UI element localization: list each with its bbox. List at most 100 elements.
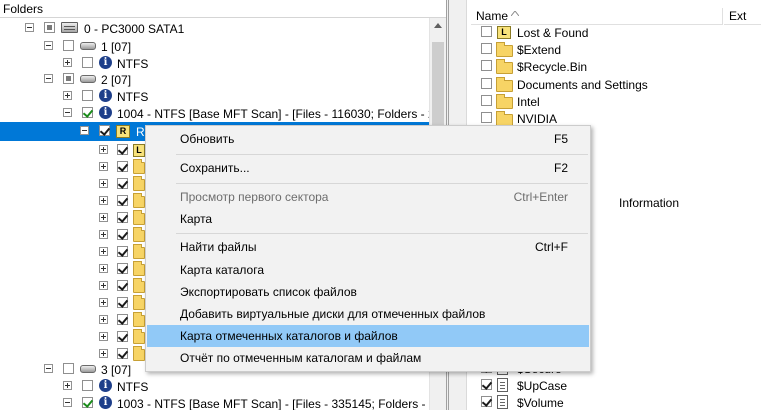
scroll-up-icon[interactable]: [434, 23, 442, 28]
checkbox[interactable]: [481, 26, 492, 37]
file-row[interactable]: $Extend: [471, 41, 761, 58]
expand-icon[interactable]: [99, 349, 108, 358]
checkbox[interactable]: [63, 73, 74, 84]
collapse-icon[interactable]: [80, 126, 89, 135]
menu-item-directory-map[interactable]: Карта каталога: [147, 259, 589, 281]
folder-icon: [133, 295, 145, 310]
collapse-icon[interactable]: [63, 108, 72, 117]
folder-icon: [496, 59, 513, 74]
expand-icon[interactable]: [99, 332, 108, 341]
checkbox-checked[interactable]: [117, 331, 128, 342]
menu-item-save[interactable]: Сохранить... F2: [147, 157, 589, 179]
file-row[interactable]: Documents and Settings: [471, 76, 761, 93]
expand-icon[interactable]: [63, 381, 72, 390]
checkbox-checked[interactable]: [117, 297, 128, 308]
checkbox[interactable]: [82, 90, 93, 101]
sort-ascending-icon: [511, 11, 519, 16]
checkbox-checked[interactable]: [82, 107, 93, 118]
checkbox[interactable]: [481, 43, 492, 54]
folder-icon: [133, 329, 145, 344]
folder-icon: [496, 77, 513, 92]
menu-item-view-first-sector[interactable]: Просмотр первого сектора Ctrl+Enter: [147, 186, 589, 208]
column-header-label: Ext: [729, 9, 747, 23]
menu-item-map[interactable]: Карта: [147, 208, 589, 230]
checkbox[interactable]: [481, 78, 492, 89]
file-row[interactable]: $Volume: [471, 394, 761, 410]
expand-icon[interactable]: [99, 281, 108, 290]
checkbox[interactable]: [82, 380, 93, 391]
menu-item-checked-report[interactable]: Отчёт по отмеченным каталогам и файлам: [147, 347, 589, 369]
checkbox-checked[interactable]: [481, 379, 492, 390]
checkbox-checked[interactable]: [117, 348, 128, 359]
file-row[interactable]: $UpCase: [471, 377, 761, 394]
checkbox-checked[interactable]: [117, 212, 128, 223]
collapse-icon[interactable]: [44, 41, 53, 50]
checkbox[interactable]: [481, 112, 492, 123]
folder-icon: [133, 278, 145, 293]
folder-icon: [133, 176, 145, 191]
collapse-icon[interactable]: [44, 74, 53, 83]
checkbox-checked[interactable]: [117, 280, 128, 291]
menu-item-checked-map[interactable]: Карта отмеченных каталогов и файлов: [147, 325, 589, 347]
checkbox[interactable]: [44, 22, 55, 33]
tree-node-label: 0 - PC3000 SATA1: [84, 22, 185, 36]
checkbox[interactable]: [82, 57, 93, 68]
checkbox[interactable]: [481, 60, 492, 71]
folder-icon: [133, 227, 145, 242]
checkbox-checked[interactable]: [117, 195, 128, 206]
expand-icon[interactable]: [99, 196, 108, 205]
expand-icon[interactable]: [99, 179, 108, 188]
expand-icon[interactable]: [99, 315, 108, 324]
expand-icon[interactable]: [63, 91, 72, 100]
checkbox-checked[interactable]: [117, 144, 128, 155]
expand-icon[interactable]: [99, 264, 108, 273]
menu-item-export-file-list[interactable]: Экспортировать список файлов: [147, 281, 589, 303]
file-icon: [497, 378, 508, 392]
expand-icon[interactable]: [63, 58, 72, 67]
checkbox-checked[interactable]: [117, 178, 128, 189]
expand-icon[interactable]: [99, 230, 108, 239]
menu-item-refresh[interactable]: Обновить F5: [147, 128, 589, 150]
collapse-icon[interactable]: [63, 398, 72, 407]
checkbox-checked[interactable]: [99, 125, 110, 136]
partition-icon: [80, 365, 96, 373]
folder-icon: [496, 94, 513, 109]
file-row[interactable]: $Recycle.Bin: [471, 58, 761, 75]
column-header-label: Name: [476, 9, 509, 23]
tree-node-drive[interactable]: 0 - PC3000 SATA1: [0, 19, 430, 38]
file-row[interactable]: L Lost & Found: [471, 24, 761, 41]
checkbox[interactable]: [63, 363, 74, 374]
menu-item-label: Карта отмеченных каталогов и файлов: [180, 329, 398, 343]
tree-node-label: R: [136, 125, 145, 139]
checkbox-checked[interactable]: [117, 229, 128, 240]
expand-icon[interactable]: [99, 145, 108, 154]
menu-item-find-files[interactable]: Найти файлы Ctrl+F: [147, 236, 589, 258]
tree-node-mft-scan[interactable]: i 1004 - NTFS [Base MFT Scan] - [Files -…: [0, 104, 446, 123]
checkbox[interactable]: [63, 40, 74, 51]
collapse-icon[interactable]: [25, 23, 34, 32]
expand-icon[interactable]: [99, 247, 108, 256]
tree-node-mft-scan[interactable]: i 1003 - NTFS [Base MFT Scan] - [Files -…: [0, 394, 446, 410]
folder-icon: [496, 42, 513, 57]
column-header-name[interactable]: Name: [471, 8, 723, 25]
file-name: Documents and Settings: [517, 78, 648, 92]
checkbox-checked[interactable]: [117, 161, 128, 172]
folder-icon: [133, 193, 145, 208]
checkbox[interactable]: [481, 95, 492, 106]
column-header-ext[interactable]: Ext: [724, 8, 761, 25]
checkbox-checked[interactable]: [117, 246, 128, 257]
file-row[interactable]: Intel: [471, 93, 761, 110]
menu-item-label: Экспортировать список файлов: [180, 285, 357, 299]
checkbox-checked[interactable]: [82, 397, 93, 408]
menu-item-label: Добавить виртуальные диски для отмеченны…: [180, 307, 486, 321]
menu-item-add-virtual-disks[interactable]: Добавить виртуальные диски для отмеченны…: [147, 303, 589, 325]
expand-icon[interactable]: [99, 162, 108, 171]
checkbox-checked[interactable]: [117, 314, 128, 325]
expand-icon[interactable]: [99, 298, 108, 307]
collapse-icon[interactable]: [44, 364, 53, 373]
checkbox-checked[interactable]: [117, 263, 128, 274]
expand-icon[interactable]: [99, 213, 108, 222]
menu-item-label: Обновить: [180, 132, 235, 146]
checkbox-checked[interactable]: [481, 396, 492, 407]
menu-item-shortcut: Ctrl+Enter: [513, 190, 568, 204]
